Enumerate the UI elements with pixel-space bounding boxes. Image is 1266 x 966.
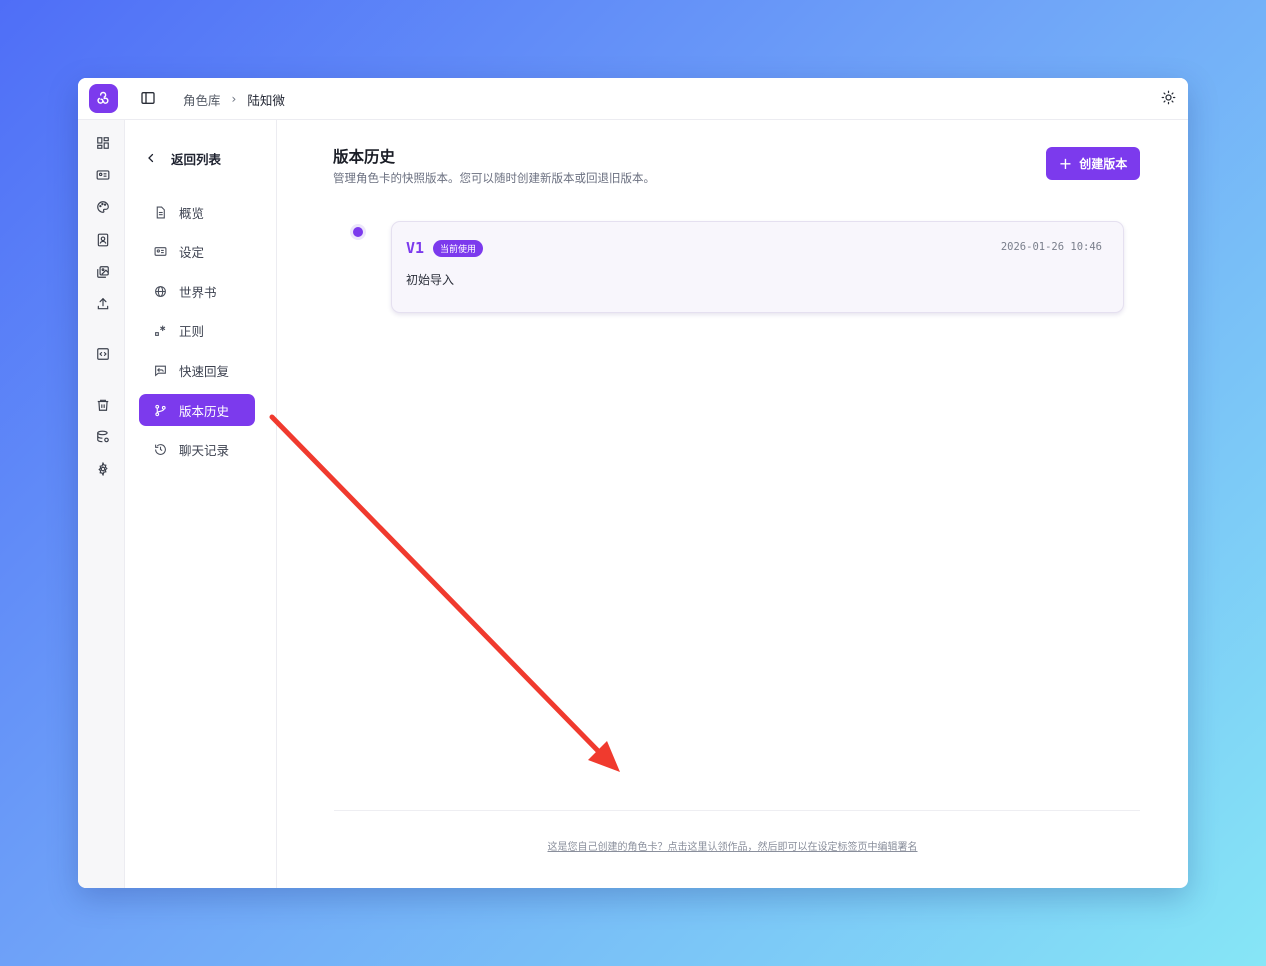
- subnav-item-label: 设定: [179, 244, 205, 260]
- sun-icon: [1161, 90, 1176, 105]
- dashboard-icon: [96, 136, 109, 149]
- subnav-item-quick-reply[interactable]: 快速回复: [139, 354, 255, 386]
- rail-trash-button[interactable]: [95, 397, 110, 412]
- plus-icon: +: [1058, 153, 1073, 173]
- images-icon: [96, 265, 109, 278]
- back-label: 返回列表: [171, 151, 222, 167]
- subnav-item-settings[interactable]: 设定: [139, 235, 255, 267]
- git-branch-icon: [153, 403, 167, 417]
- subnav-item-label: 聊天记录: [179, 442, 230, 458]
- divider: [334, 810, 1140, 811]
- rail-settings-button[interactable]: [95, 461, 110, 476]
- reply-icon: [153, 363, 167, 377]
- subnav-item-worldbook[interactable]: 世界书: [139, 275, 255, 307]
- logo-icon: [97, 91, 109, 104]
- sidebar-toggle-icon: [141, 92, 155, 104]
- rail-cards-button[interactable]: [95, 167, 110, 182]
- rail-code-button[interactable]: [95, 346, 110, 361]
- subnav-item-label: 快速回复: [179, 363, 230, 379]
- version-timestamp: 2026-01-26 10:46: [1000, 241, 1102, 253]
- subnav-item-overview[interactable]: 概览: [139, 196, 255, 228]
- regex-icon: [153, 323, 167, 337]
- create-version-label: 创建版本: [1079, 157, 1128, 171]
- document-icon: [153, 205, 167, 219]
- rail-contacts-button[interactable]: [95, 232, 110, 247]
- rail-images-button[interactable]: [95, 264, 110, 279]
- version-tag: V1: [406, 239, 425, 257]
- app-logo[interactable]: [89, 84, 118, 113]
- subnav-item-label: 版本历史: [179, 403, 230, 419]
- page-title: 版本历史: [333, 148, 396, 166]
- character-subnav: 返回列表 概览 设定 世界书 正则 快速回复 版本历史 聊天记录: [125, 120, 277, 888]
- back-to-list-button[interactable]: 返回列表: [145, 150, 222, 167]
- subnav-item-version-history[interactable]: 版本历史: [139, 394, 255, 426]
- subnav-item-label: 概览: [179, 205, 205, 221]
- database-icon: [96, 430, 109, 442]
- chevron-left-icon: [148, 153, 154, 163]
- page-subtitle: 管理角色卡的快照版本。您可以随时创建新版本或回退旧版本。: [333, 171, 655, 185]
- sidebar-toggle-button[interactable]: [140, 90, 158, 108]
- breadcrumb: 角色库 › 陆知微: [183, 90, 285, 108]
- trash-icon: [97, 399, 108, 411]
- claim-work-link[interactable]: 这是您自己创建的角色卡？点击这里认领作品，然后即可以在设定标签页中编辑署名: [277, 838, 1188, 853]
- subnav-item-regex[interactable]: 正则: [139, 314, 255, 346]
- upload-icon: [97, 297, 108, 309]
- rail-database-button[interactable]: [95, 429, 110, 444]
- subnav-item-label: 正则: [179, 323, 205, 339]
- subnav-item-label: 世界书: [179, 284, 217, 300]
- rail-upload-button[interactable]: [95, 296, 110, 311]
- top-bar: 角色库 › 陆知微: [78, 78, 1188, 120]
- breadcrumb-library[interactable]: 角色库: [183, 90, 221, 109]
- rail-palette-button[interactable]: [95, 199, 110, 214]
- history-icon: [153, 442, 167, 456]
- code-icon: [96, 347, 109, 360]
- create-version-button[interactable]: + 创建版本: [1046, 147, 1140, 180]
- timeline-dot: [350, 224, 366, 240]
- rail-dashboard-button[interactable]: [95, 135, 110, 150]
- breadcrumb-separator: ›: [231, 92, 237, 106]
- id-card-icon: [153, 244, 167, 258]
- icon-rail: [78, 120, 125, 888]
- contacts-icon: [97, 233, 108, 246]
- settings-icon: [97, 461, 108, 476]
- app-window: 角色库 › 陆知微 返回列表 概览 设定 世界书 正则 快速回复 版本历史 聊天…: [78, 78, 1188, 888]
- theme-toggle-button[interactable]: [1161, 90, 1177, 106]
- version-note: 初始导入: [406, 273, 455, 287]
- breadcrumb-current: 陆知微: [247, 92, 285, 108]
- id-card-icon: [96, 169, 109, 180]
- current-version-badge: 当前使用: [433, 240, 484, 257]
- main-content: 版本历史 管理角色卡的快照版本。您可以随时创建新版本或回退旧版本。 + 创建版本…: [277, 120, 1188, 888]
- version-card[interactable]: V1 当前使用 2026-01-26 10:46 初始导入: [391, 221, 1124, 313]
- globe-icon: [153, 284, 167, 298]
- palette-icon: [96, 200, 109, 213]
- subnav-item-chat-history[interactable]: 聊天记录: [139, 433, 255, 465]
